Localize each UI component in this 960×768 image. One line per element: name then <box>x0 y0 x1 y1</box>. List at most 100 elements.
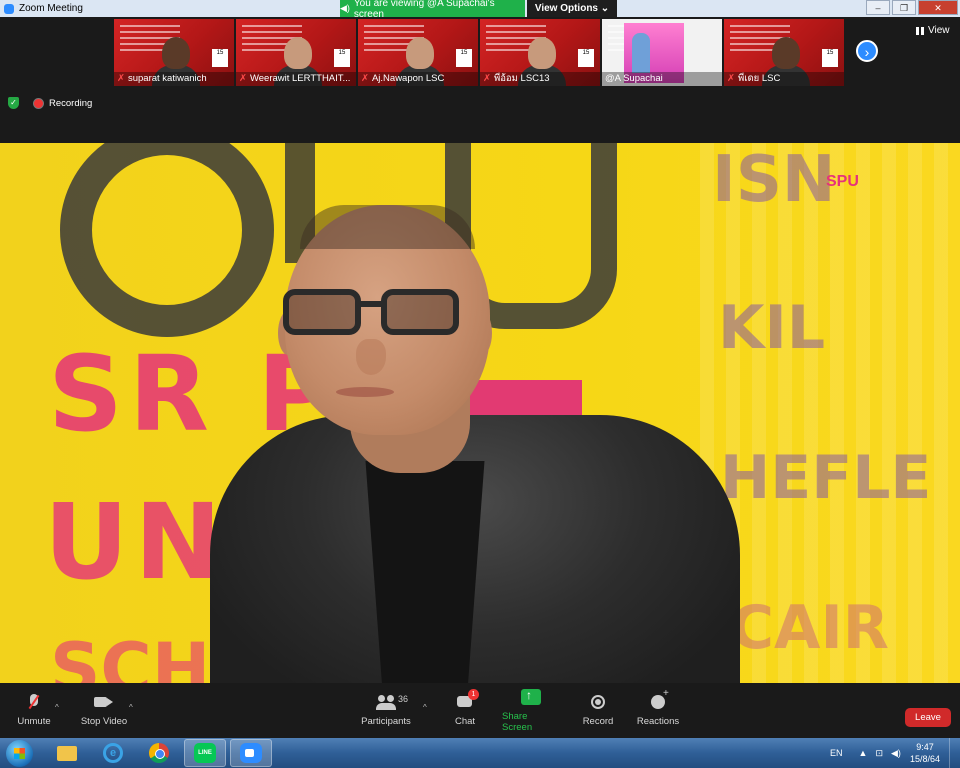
thumbnail-row: 15 ✗ suparat katiwanich 15 ✗ Weerawit LERT… <box>114 19 846 86</box>
participant-strip: 15 ✗ suparat katiwanich 15 ✗ Weerawit LERT… <box>0 17 960 143</box>
view-button[interactable]: View <box>916 25 950 36</box>
chat-bubble-icon: 1 <box>455 689 479 710</box>
stop-video-label: Stop Video <box>80 716 128 727</box>
show-desktop-button[interactable] <box>949 738 960 768</box>
calendar-graphic: 15 <box>334 49 350 67</box>
participant-name: @A Supachai <box>605 73 663 84</box>
network-icon[interactable]: ⊡ <box>875 748 883 759</box>
unmute-button[interactable]: Unmute <box>14 683 54 738</box>
participants-label: Participants <box>361 716 411 727</box>
taskbar-line[interactable]: LINE <box>184 739 226 767</box>
wall-graphic <box>60 143 274 337</box>
line-app-icon: LINE <box>194 743 216 763</box>
muted-mic-icon: ✗ <box>483 73 491 84</box>
wall-lettering: CAIR <box>730 593 889 663</box>
view-button-label: View <box>928 25 950 36</box>
view-options-button[interactable]: View Options ⌄ <box>527 0 617 17</box>
chat-unread-badge: 1 <box>468 689 479 700</box>
speaker-nose <box>356 339 386 375</box>
shared-screen-video: SR PA UN VE SCH ISN KIL HEFLE CAIR SPU <box>0 143 960 683</box>
window-title: Zoom Meeting <box>19 3 83 14</box>
chat-label: Chat <box>454 716 476 727</box>
taskbar-chrome[interactable] <box>138 739 180 767</box>
reactions-button[interactable]: Reactions <box>636 683 680 738</box>
participant-name: Weerawit LERTTHAIT... <box>249 73 351 84</box>
share-screen-button[interactable]: Share Screen <box>502 683 560 738</box>
wall-lettering: ISN <box>712 143 836 217</box>
participants-icon: 36 <box>376 694 408 710</box>
participant-thumbnail-active-speaker[interactable]: 15 ✗ Aj.Nawapon LSC <box>358 19 478 86</box>
audio-options-caret-icon[interactable]: ^ <box>55 703 59 712</box>
recording-icon <box>33 97 44 109</box>
video-camera-icon <box>94 694 114 710</box>
participants-button[interactable]: 36 Participants <box>360 683 412 738</box>
minimize-button[interactable]: ‒ <box>866 0 890 15</box>
zoom-app-icon <box>240 743 262 763</box>
clock-date: 15/8/64 <box>909 754 941 764</box>
meeting-controls-toolbar: Unmute ^ Stop Video ^ 36 Participants ^ … <box>0 683 960 738</box>
speaker-icon: ◀) <box>340 3 350 13</box>
calendar-graphic: 15 <box>212 49 228 67</box>
participant-thumbnail[interactable]: 15 ✗ พี่อ้อม LSC13 <box>480 19 600 86</box>
taskbar-internet-explorer[interactable]: e <box>92 739 134 767</box>
recording-label: Recording <box>49 97 93 109</box>
participant-face <box>772 37 800 69</box>
view-options-label: View Options <box>534 3 598 14</box>
taskbar-file-explorer[interactable] <box>46 739 88 767</box>
meeting-status-row: ✓ Recording <box>8 97 92 109</box>
participant-thumbnail[interactable]: 15 ✗ Weerawit LERTTHAIT... <box>236 19 356 86</box>
muted-mic-icon: ✗ <box>117 73 125 84</box>
participant-face <box>284 37 312 69</box>
muted-mic-icon: ✗ <box>361 73 369 84</box>
maximize-button[interactable]: ❐ <box>892 0 916 15</box>
wall-lettering: HEFLE <box>720 443 932 513</box>
calendar-graphic: 15 <box>578 49 594 67</box>
security-shield-icon[interactable]: ✓ <box>8 97 19 109</box>
screen-share-banner: ◀) You are viewing @A Supachai's screen <box>340 0 525 20</box>
window-controls: ‒ ❐ ✕ <box>864 0 958 15</box>
taskbar-zoom[interactable] <box>230 739 272 767</box>
participants-options-caret-icon[interactable]: ^ <box>423 703 427 712</box>
participant-thumbnail[interactable]: 15 ✗ suparat katiwanich <box>114 19 234 86</box>
record-label: Record <box>582 716 614 727</box>
windows-taskbar: e LINE EN ▲ ⊡ ◀) 9:47 15/8/64 <box>0 738 960 768</box>
participant-name: พี่อ้อม LSC13 <box>493 73 550 84</box>
emoji-reaction-icon <box>648 688 669 710</box>
zoom-logo-icon <box>4 3 14 14</box>
share-screen-label: Share Screen <box>502 710 533 733</box>
unmute-label: Unmute <box>17 716 51 727</box>
folder-icon <box>57 745 77 761</box>
participant-name: พี่เดย LSC <box>737 73 781 84</box>
calendar-graphic: 15 <box>456 49 472 67</box>
record-button[interactable]: Record <box>580 683 616 738</box>
leave-meeting-button[interactable]: Leave <box>905 708 951 727</box>
clock-time: 9:47 <box>916 742 934 752</box>
video-options-caret-icon[interactable]: ^ <box>129 703 133 712</box>
language-indicator[interactable]: EN <box>830 748 843 758</box>
participant-face <box>406 37 434 69</box>
system-tray: EN ▲ ⊡ ◀) <box>830 738 909 768</box>
wall-lettering: SCH <box>50 628 211 683</box>
grid-view-icon <box>916 26 924 35</box>
close-window-button[interactable]: ✕ <box>918 0 958 15</box>
speaker-hair <box>300 205 475 249</box>
internet-explorer-icon: e <box>103 743 123 763</box>
participant-thumbnail[interactable]: @A Supachai <box>602 19 722 86</box>
chat-button[interactable]: 1 Chat <box>446 683 484 738</box>
wall-lettering: KIL <box>718 293 826 363</box>
record-icon <box>588 694 608 710</box>
speaker-mouth <box>336 387 394 397</box>
spu-watermark-logo: SPU <box>826 173 859 191</box>
calendar-graphic: 15 <box>822 49 838 67</box>
volume-icon[interactable]: ◀) <box>891 748 901 759</box>
share-screen-arrow-icon <box>521 688 541 705</box>
tray-expand-icon[interactable]: ▲ <box>859 748 868 758</box>
next-page-arrow-icon[interactable]: › <box>856 40 878 62</box>
taskbar-clock[interactable]: 9:47 15/8/64 <box>907 741 943 765</box>
participant-name: suparat katiwanich <box>127 73 207 84</box>
participant-thumbnail[interactable]: 15 ✗ พี่เดย LSC <box>724 19 844 86</box>
start-menu-button[interactable] <box>6 740 33 767</box>
participant-count: 36 <box>398 694 409 704</box>
stop-video-button[interactable]: Stop Video <box>78 683 130 738</box>
speaker-glasses <box>283 289 469 337</box>
